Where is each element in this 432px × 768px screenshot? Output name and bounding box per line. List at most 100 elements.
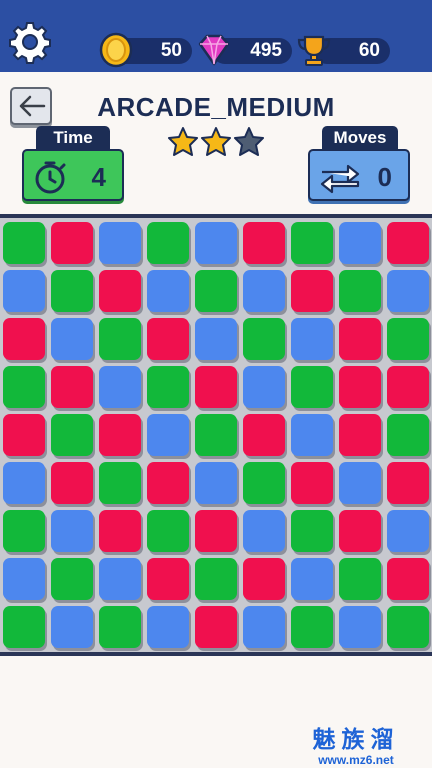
tile-blue[interactable]	[3, 558, 45, 600]
tile-red[interactable]	[147, 462, 189, 504]
tile-red[interactable]	[291, 462, 333, 504]
swap-arrows-icon	[320, 164, 360, 194]
tile-green[interactable]	[387, 606, 429, 648]
star-icon	[168, 127, 264, 156]
tile-green[interactable]	[243, 318, 285, 360]
tile-red[interactable]	[51, 222, 93, 264]
tile-green[interactable]	[339, 270, 381, 312]
tile-green[interactable]	[387, 414, 429, 456]
tile-blue[interactable]	[99, 222, 141, 264]
tile-green[interactable]	[51, 414, 93, 456]
tile-red[interactable]	[99, 270, 141, 312]
tile-red[interactable]	[243, 414, 285, 456]
tile-green[interactable]	[51, 270, 93, 312]
tile-red[interactable]	[387, 462, 429, 504]
top-bar: 50 495 60	[0, 0, 432, 72]
tile-blue[interactable]	[99, 558, 141, 600]
tile-blue[interactable]	[195, 222, 237, 264]
tile-green[interactable]	[195, 558, 237, 600]
tile-blue[interactable]	[3, 462, 45, 504]
tile-red[interactable]	[387, 366, 429, 408]
tile-blue[interactable]	[291, 318, 333, 360]
arrow-left-icon	[19, 95, 46, 117]
tile-red[interactable]	[3, 414, 45, 456]
tile-red[interactable]	[99, 414, 141, 456]
back-button[interactable]	[10, 87, 52, 125]
tile-red[interactable]	[243, 558, 285, 600]
tile-blue[interactable]	[291, 558, 333, 600]
tile-red[interactable]	[195, 510, 237, 552]
gear-icon[interactable]	[8, 20, 52, 64]
tile-green[interactable]	[243, 462, 285, 504]
time-value: 4	[91, 162, 106, 192]
tile-green[interactable]	[291, 510, 333, 552]
tile-green[interactable]	[195, 414, 237, 456]
tile-red[interactable]	[147, 558, 189, 600]
tile-blue[interactable]	[339, 606, 381, 648]
tile-red[interactable]	[387, 558, 429, 600]
tile-blue[interactable]	[147, 414, 189, 456]
tile-green[interactable]	[3, 222, 45, 264]
tile-blue[interactable]	[243, 366, 285, 408]
tile-red[interactable]	[147, 318, 189, 360]
tile-green[interactable]	[147, 510, 189, 552]
tile-green[interactable]	[291, 366, 333, 408]
gems-value: 495	[250, 40, 282, 61]
tile-red[interactable]	[339, 414, 381, 456]
coins-value: 50	[160, 40, 182, 61]
tile-red[interactable]	[243, 222, 285, 264]
tile-blue[interactable]	[147, 270, 189, 312]
moves-label: Moves	[322, 126, 398, 150]
trophy-icon	[297, 35, 331, 66]
tile-blue[interactable]	[51, 606, 93, 648]
tile-red[interactable]	[387, 222, 429, 264]
watermark-url: www.mz6.net	[318, 753, 394, 767]
tile-blue[interactable]	[195, 462, 237, 504]
time-panel: 4	[22, 149, 124, 201]
tile-green[interactable]	[147, 366, 189, 408]
tile-blue[interactable]	[195, 318, 237, 360]
watermark: 魅族溜 www.mz6.net	[296, 727, 416, 767]
tile-blue[interactable]	[99, 366, 141, 408]
moves-panel: 0	[308, 149, 410, 201]
tile-red[interactable]	[99, 510, 141, 552]
tile-blue[interactable]	[339, 462, 381, 504]
tile-green[interactable]	[3, 366, 45, 408]
tile-red[interactable]	[339, 510, 381, 552]
tile-blue[interactable]	[243, 606, 285, 648]
tile-green[interactable]	[339, 558, 381, 600]
tile-red[interactable]	[195, 606, 237, 648]
tile-green[interactable]	[147, 222, 189, 264]
stopwatch-icon	[35, 161, 66, 194]
tile-green[interactable]	[291, 606, 333, 648]
tile-green[interactable]	[387, 318, 429, 360]
tile-green[interactable]	[99, 462, 141, 504]
tile-red[interactable]	[339, 366, 381, 408]
tile-blue[interactable]	[243, 270, 285, 312]
tile-green[interactable]	[99, 318, 141, 360]
tile-red[interactable]	[51, 462, 93, 504]
tile-red[interactable]	[339, 318, 381, 360]
tile-red[interactable]	[195, 366, 237, 408]
level-title: ARCADE_MEDIUM	[97, 92, 335, 122]
tile-green[interactable]	[51, 558, 93, 600]
tile-red[interactable]	[3, 318, 45, 360]
tile-red[interactable]	[291, 270, 333, 312]
tile-green[interactable]	[99, 606, 141, 648]
tile-blue[interactable]	[51, 510, 93, 552]
tile-blue[interactable]	[291, 414, 333, 456]
tile-green[interactable]	[3, 510, 45, 552]
tile-blue[interactable]	[147, 606, 189, 648]
tile-blue[interactable]	[243, 510, 285, 552]
tile-green[interactable]	[291, 222, 333, 264]
tile-red[interactable]	[51, 366, 93, 408]
tile-green[interactable]	[3, 606, 45, 648]
tile-blue[interactable]	[51, 318, 93, 360]
gem-icon	[198, 34, 230, 66]
tile-blue[interactable]	[387, 270, 429, 312]
tile-blue[interactable]	[387, 510, 429, 552]
game-board	[0, 214, 432, 656]
tile-blue[interactable]	[339, 222, 381, 264]
tile-blue[interactable]	[3, 270, 45, 312]
tile-green[interactable]	[195, 270, 237, 312]
